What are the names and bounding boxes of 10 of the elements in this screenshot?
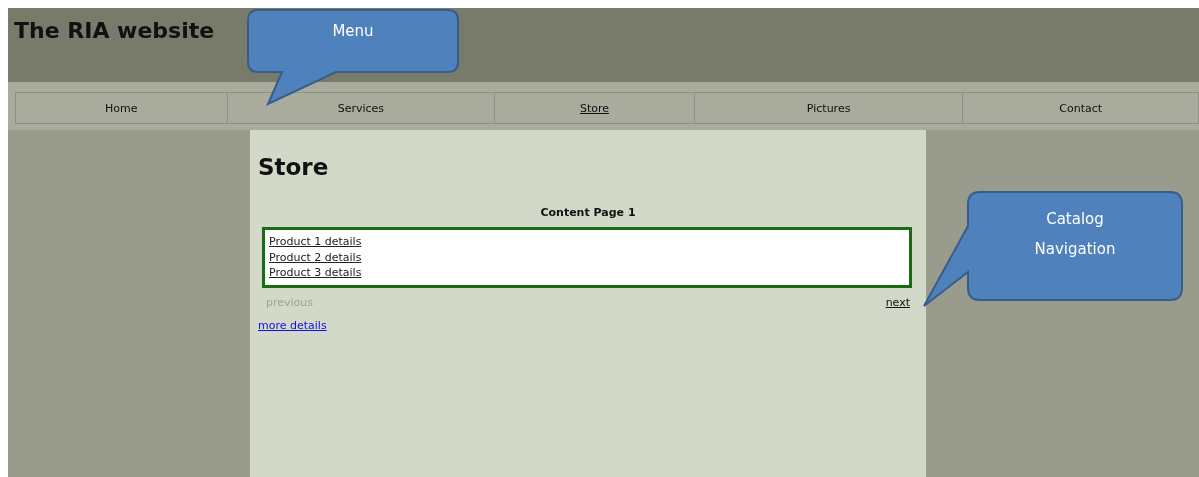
callout-text: Menu — [331, 21, 375, 42]
callout-text: Catalog Navigation — [1033, 209, 1117, 260]
more-details-link[interactable]: more details — [258, 318, 327, 332]
site-title: The RIA website — [14, 18, 215, 43]
product-link[interactable]: Product 1 details — [269, 234, 362, 250]
content-title: Content Page 1 — [539, 206, 637, 219]
product-link[interactable]: Product 2 details — [269, 249, 362, 265]
product-link[interactable]: Product 3 details — [269, 265, 362, 281]
pager-link[interactable]: next — [885, 295, 910, 309]
page-heading: Store — [258, 154, 330, 180]
